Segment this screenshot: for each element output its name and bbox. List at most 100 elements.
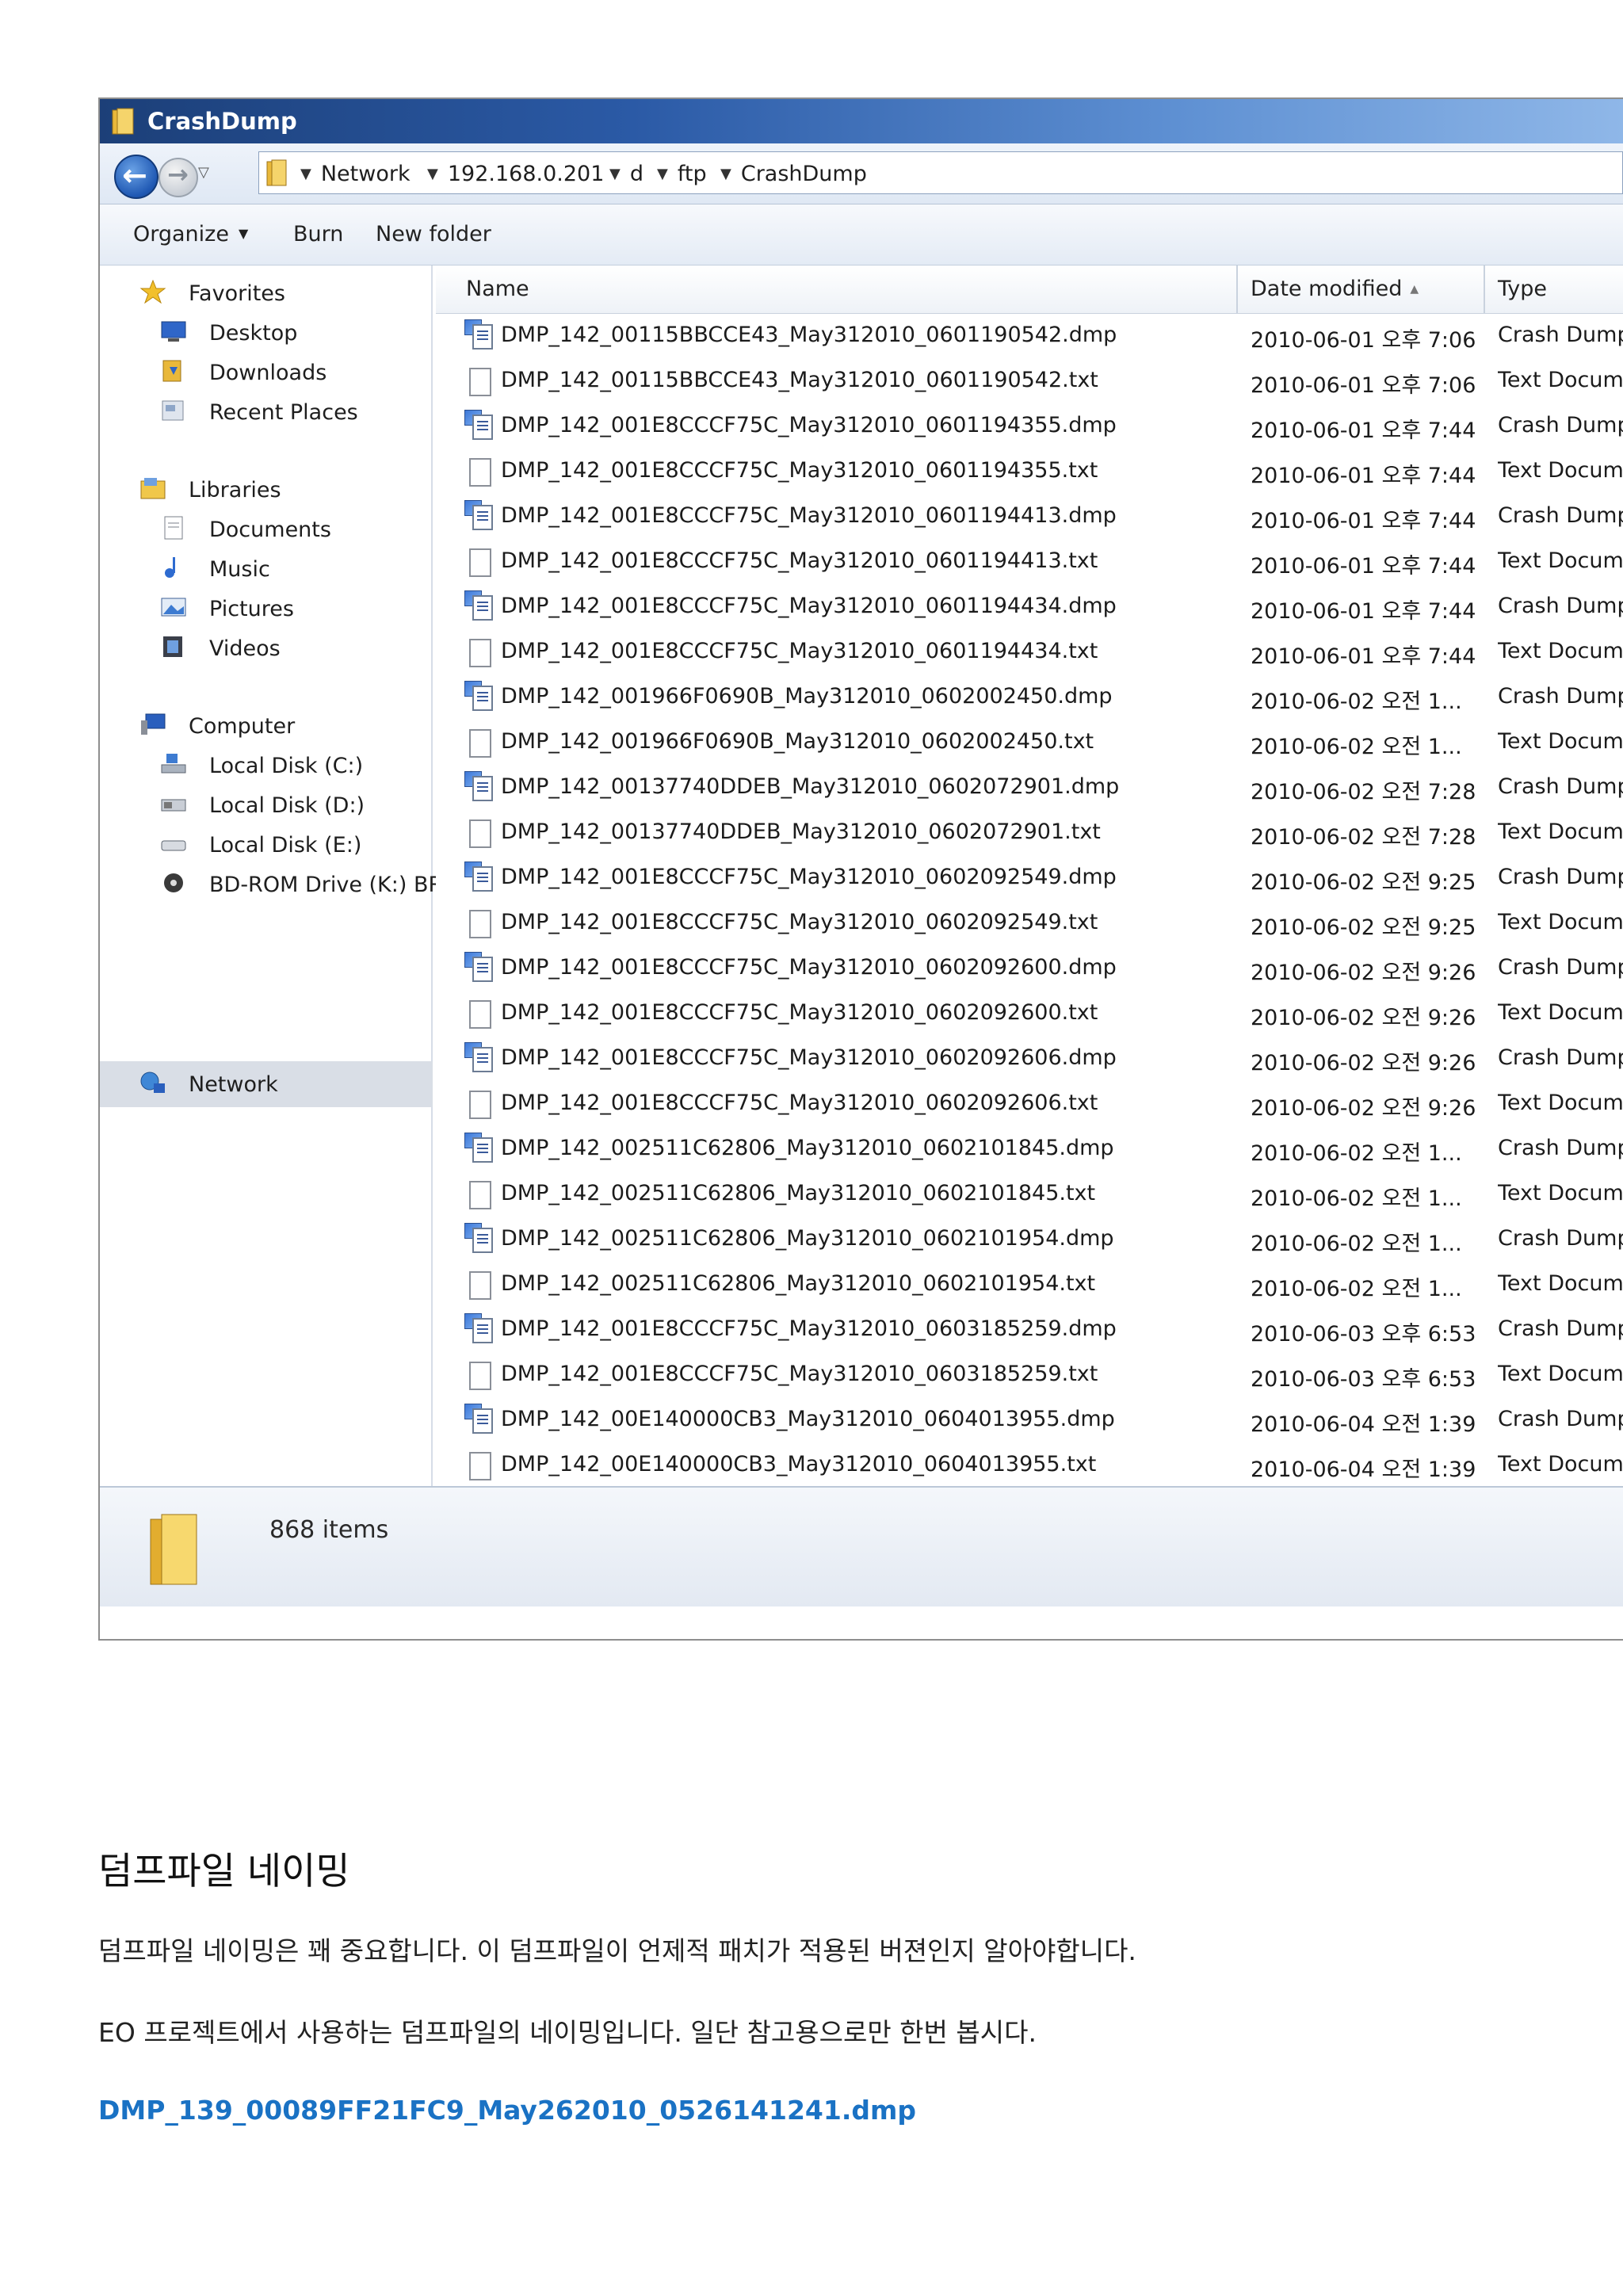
column-separator[interactable] (1236, 266, 1238, 313)
file-type: Crash Dump I (1498, 1316, 1623, 1341)
file-date-modified: 2010-06-01 오후 7:44 (1251, 599, 1476, 624)
file-row[interactable]: DMP_142_00137740DDEB_May312010_060207290… (436, 766, 1623, 812)
command-bar: Organize ▼ Burn New folder (100, 204, 1623, 266)
file-row[interactable]: DMP_142_001E8CCCF75C_May312010_060119441… (436, 541, 1623, 586)
file-row[interactable]: DMP_142_001E8CCCF75C_May312010_060209260… (436, 947, 1623, 992)
file-row[interactable]: DMP_142_00115BBCCE43_May312010_060119054… (436, 360, 1623, 405)
file-name: DMP_142_001E8CCCF75C_May312010_060119441… (501, 548, 1098, 573)
computer-icon (141, 713, 166, 735)
file-row[interactable]: DMP_142_002511C62806_May312010_060210195… (436, 1218, 1623, 1263)
file-row[interactable]: DMP_142_001E8CCCF75C_May312010_060209260… (436, 992, 1623, 1037)
nav-documents[interactable]: Documents (209, 518, 331, 542)
file-row[interactable]: DMP_142_001E8CCCF75C_May312010_060209260… (436, 1037, 1623, 1083)
back-button[interactable]: ← (114, 155, 158, 199)
file-date-modified: 2010-06-03 오후 6:53 (1251, 1367, 1476, 1392)
file-date-modified: 2010-06-01 오후 7:44 (1251, 464, 1476, 488)
file-row[interactable]: DMP_142_001966F0690B_May312010_060200245… (436, 676, 1623, 721)
forward-button[interactable]: → (158, 158, 198, 197)
text-file-icon (464, 365, 495, 396)
file-type: Crash Dump I (1498, 413, 1623, 437)
file-name: DMP_142_001E8CCCF75C_May312010_060119435… (501, 413, 1117, 437)
file-row[interactable]: DMP_142_00E140000CB3_May312010_060401395… (436, 1399, 1623, 1444)
nav-bd-rom-drive[interactable]: BD-ROM Drive (K:) BR (209, 873, 443, 897)
column-separator[interactable] (1484, 266, 1485, 313)
file-type: Crash Dump I (1498, 594, 1623, 618)
details-pane: 868 items (100, 1486, 1623, 1606)
file-name: DMP_142_001E8CCCF75C_May312010_060209254… (501, 865, 1117, 889)
file-date-modified: 2010-06-04 오전 1:39 (1251, 1412, 1476, 1437)
history-dropdown-icon[interactable]: ▽ (198, 164, 209, 181)
example-filename: DMP_139_00089FF21FC9_May262010_052614124… (98, 2095, 916, 2126)
breadcrumb-ip[interactable]: ▼ 192.168.0.201 (427, 162, 604, 186)
file-row[interactable]: DMP_142_001E8CCCF75C_May312010_060119443… (436, 586, 1623, 631)
file-row[interactable]: DMP_142_001E8CCCF75C_May312010_060318525… (436, 1308, 1623, 1354)
nav-local-disk-d[interactable]: Local Disk (D:) (209, 793, 365, 818)
text-file-icon (464, 545, 495, 577)
address-bar[interactable]: ▼ Network ▼ 192.168.0.201 ▼ d ▼ ftp ▼ CrashDu… (258, 151, 1623, 194)
file-date-modified: 2010-06-02 오전 1... (1251, 1141, 1462, 1166)
nav-desktop[interactable]: Desktop (209, 321, 297, 346)
file-row[interactable]: DMP_142_001E8CCCF75C_May312010_060119441… (436, 495, 1623, 541)
file-row[interactable]: DMP_142_00137740DDEB_May312010_060207290… (436, 812, 1623, 857)
breadcrumb-ftp[interactable]: ▼ ftp (657, 162, 707, 186)
file-row[interactable]: DMP_142_001E8CCCF75C_May312010_060119435… (436, 450, 1623, 495)
breadcrumb-d[interactable]: ▼ d (609, 162, 643, 186)
file-name: DMP_142_001E8CCCF75C_May312010_060119443… (501, 594, 1117, 618)
nav-local-disk-c[interactable]: Local Disk (C:) (209, 754, 363, 778)
new-folder-button[interactable]: New folder (376, 222, 491, 246)
back-arrow-icon: ← (122, 158, 147, 193)
text-file-icon (464, 1449, 495, 1480)
item-count: 868 items (269, 1516, 389, 1544)
file-type: Text Docume (1498, 639, 1623, 663)
file-row[interactable]: DMP_142_002511C62806_May312010_060210195… (436, 1263, 1623, 1308)
file-date-modified: 2010-06-02 오전 9:25 (1251, 915, 1476, 940)
file-row[interactable]: DMP_142_002511C62806_May312010_060210184… (436, 1173, 1623, 1218)
file-date-modified: 2010-06-01 오후 7:44 (1251, 554, 1476, 579)
nav-music[interactable]: Music (209, 557, 270, 582)
file-date-modified: 2010-06-01 오후 7:44 (1251, 509, 1476, 533)
column-name[interactable]: Name (466, 277, 529, 301)
column-header: Name Date modified ▲ Type (436, 266, 1623, 314)
file-row[interactable]: DMP_142_002511C62806_May312010_060210184… (436, 1128, 1623, 1173)
text-file-icon (464, 907, 495, 938)
file-row[interactable]: DMP_142_001966F0690B_May312010_060200245… (436, 721, 1623, 766)
file-date-modified: 2010-06-01 오후 7:44 (1251, 644, 1476, 669)
nav-libraries[interactable]: Libraries (189, 478, 281, 502)
file-row[interactable]: DMP_142_001E8CCCF75C_May312010_060318525… (436, 1354, 1623, 1399)
nav-local-disk-e[interactable]: Local Disk (E:) (209, 833, 361, 858)
file-date-modified: 2010-06-02 오전 7:28 (1251, 825, 1476, 850)
nav-videos[interactable]: Videos (209, 636, 281, 661)
nav-computer[interactable]: Computer (189, 714, 295, 739)
column-type[interactable]: Type (1498, 277, 1547, 301)
file-row[interactable]: DMP_142_00E140000CB3_May312010_060401395… (436, 1444, 1623, 1486)
nav-network[interactable]: Network (189, 1072, 278, 1097)
file-row[interactable]: DMP_142_001E8CCCF75C_May312010_060209254… (436, 857, 1623, 902)
nav-favorites[interactable]: Favorites (189, 281, 285, 306)
nav-recent-places[interactable]: Recent Places (209, 400, 358, 425)
file-name: DMP_142_002511C62806_May312010_060210195… (501, 1226, 1114, 1251)
bd-rom-drive-icon (164, 873, 183, 892)
breadcrumb-network[interactable]: ▼ Network (300, 162, 411, 186)
column-date-modified[interactable]: Date modified ▲ (1251, 277, 1419, 301)
folder-icon (150, 1514, 197, 1585)
text-file-icon (464, 455, 495, 487)
paragraph: EO 프로젝트에서 사용하는 덤프파일의 네이밍입니다. 일단 참고용으로만 한… (98, 2017, 1037, 2048)
burn-button[interactable]: Burn (293, 222, 343, 246)
file-row[interactable]: DMP_142_001E8CCCF75C_May312010_060209260… (436, 1083, 1623, 1128)
file-row[interactable]: DMP_142_00115BBCCE43_May312010_060119054… (436, 315, 1623, 360)
file-row[interactable]: DMP_142_001E8CCCF75C_May312010_060119435… (436, 405, 1623, 450)
file-row[interactable]: DMP_142_001E8CCCF75C_May312010_060119443… (436, 631, 1623, 676)
crash-dump-file-icon (464, 681, 495, 712)
file-date-modified: 2010-06-02 오전 1... (1251, 735, 1462, 759)
file-row[interactable]: DMP_142_001E8CCCF75C_May312010_060209254… (436, 902, 1623, 947)
organize-button[interactable]: Organize ▼ (133, 222, 248, 246)
file-date-modified: 2010-06-01 오후 7:44 (1251, 418, 1476, 443)
crash-dump-file-icon (464, 1042, 495, 1074)
breadcrumb-crashdump[interactable]: ▼ CrashDump (720, 162, 867, 186)
nav-downloads[interactable]: Downloads (209, 361, 327, 385)
file-date-modified: 2010-06-02 오전 9:26 (1251, 961, 1476, 985)
explorer-window: CrashDump ← → ▽ ▼ Network ▼ 192.168.0.201 … (98, 97, 1623, 1641)
nav-pictures[interactable]: Pictures (209, 597, 294, 621)
file-type: Crash Dump I (1498, 503, 1623, 528)
file-type: Text Docume (1498, 819, 1623, 844)
